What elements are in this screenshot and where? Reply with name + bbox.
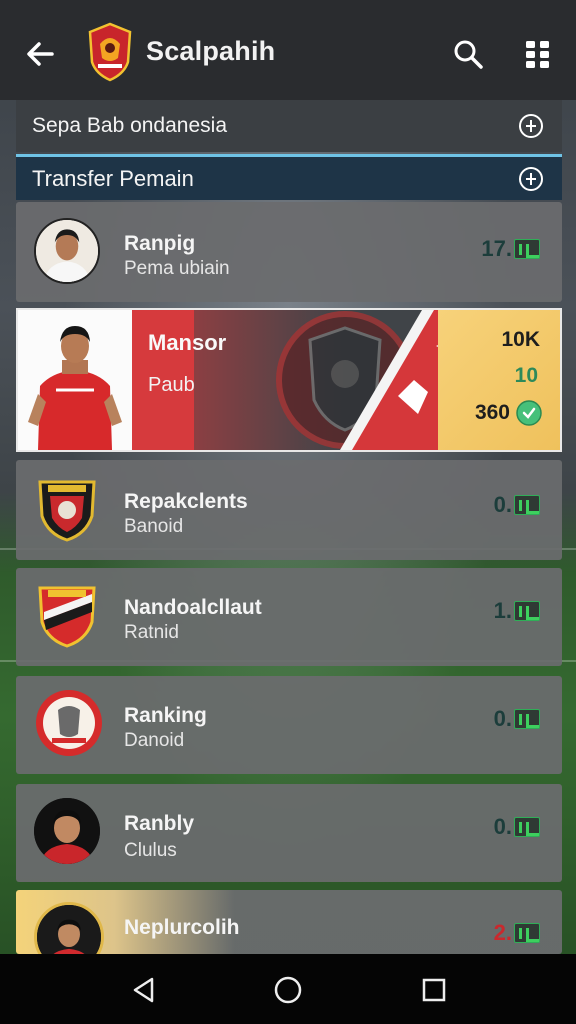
- value-number: 0.: [493, 706, 512, 731]
- arrow-left-icon[interactable]: [22, 36, 58, 72]
- nav-recents-square-icon[interactable]: [418, 974, 450, 1006]
- row-title: Ranpig: [124, 232, 196, 255]
- list-item[interactable]: Neplurcolih 2.: [16, 890, 562, 972]
- trend-badge-icon: [514, 601, 540, 621]
- player-photo-icon: [18, 310, 132, 450]
- value-number: 17.: [481, 236, 512, 261]
- plus-circle-icon[interactable]: [518, 113, 544, 139]
- row-subtitle: Banoid: [124, 516, 184, 537]
- row-value: 1.: [494, 598, 540, 624]
- value-number: 0.: [493, 492, 512, 517]
- row-subtitle: Ratnid: [124, 622, 179, 643]
- nav-back-triangle-icon[interactable]: [128, 974, 160, 1006]
- trend-badge-icon: [514, 239, 540, 259]
- player-avatar: [34, 218, 100, 284]
- app-bar: Scalpahih: [0, 0, 576, 100]
- club-crest-icon: [88, 22, 132, 82]
- list-item[interactable]: Ranbly Clulus 0.: [16, 784, 562, 882]
- value-number: 1.: [493, 598, 512, 623]
- row-title: Nandoalcllaut: [124, 596, 262, 619]
- section-label: Transfer Pemain: [32, 165, 194, 191]
- search-icon[interactable]: [452, 38, 484, 70]
- trend-badge-icon: [514, 709, 540, 729]
- trend-badge-icon: [514, 817, 540, 837]
- row-title: Repakclents: [124, 490, 248, 513]
- club-avatar: [34, 476, 100, 542]
- player-photo-icon: [34, 798, 100, 864]
- player-avatar: [34, 798, 100, 864]
- row-value: 0.: [494, 814, 540, 840]
- row-subtitle: Pema ubiain: [124, 258, 230, 279]
- value-number: 2.: [493, 920, 512, 945]
- row-title: Neplurcolih: [124, 916, 240, 939]
- featured-player-subtitle: Paub: [148, 374, 195, 396]
- row-subtitle: Clulus: [124, 840, 177, 861]
- plus-circle-icon[interactable]: [518, 166, 544, 192]
- player-photo-icon: [36, 220, 98, 282]
- club-crest-icon: [36, 690, 102, 756]
- section-header-transfer[interactable]: Transfer Pemain: [16, 154, 562, 200]
- featured-stat-value: 10K: [501, 328, 540, 351]
- system-nav-bar: [0, 954, 576, 1024]
- featured-player-photo: [18, 310, 132, 450]
- trend-badge-icon: [514, 495, 540, 515]
- featured-player-name: Mansor: [148, 330, 227, 355]
- section-label: Sepa Bab ondanesia: [32, 114, 227, 137]
- row-title: Ranking: [124, 704, 207, 727]
- club-avatar: [34, 582, 100, 648]
- row-title: Ranbly: [124, 812, 195, 835]
- list-item[interactable]: Repakclents Banoid 0.: [16, 460, 562, 560]
- section-header-league[interactable]: Sepa Bab ondanesia: [16, 100, 562, 152]
- coins-value: 360: [474, 401, 510, 424]
- trend-badge-icon: [514, 923, 540, 943]
- featured-stat-rating: 10: [514, 364, 538, 387]
- row-value: 17.: [481, 236, 540, 262]
- club-crest-icon: [38, 480, 96, 542]
- featured-player-card[interactable]: Mansor Paub 10K 10 360: [16, 308, 562, 452]
- club-avatar: [34, 688, 104, 758]
- row-value: 2.: [494, 920, 540, 946]
- value-number: 0.: [493, 814, 512, 839]
- featured-gold-panel: [438, 310, 560, 450]
- club-crest-icon: [38, 586, 96, 648]
- coin-icon: [516, 400, 542, 426]
- row-value: 0.: [494, 706, 540, 732]
- list-item[interactable]: Nandoalcllaut Ratnid 1.: [16, 568, 562, 666]
- list-item[interactable]: Ranpig Pema ubiain 17.: [16, 202, 562, 302]
- featured-stat-coins: 360: [475, 400, 542, 426]
- row-value: 0.: [494, 492, 540, 518]
- nav-home-circle-icon[interactable]: [272, 974, 304, 1006]
- app-title: Scalpahih: [146, 36, 276, 66]
- grid-menu-icon[interactable]: [522, 38, 554, 70]
- row-subtitle: Danoid: [124, 730, 185, 751]
- list-item[interactable]: Ranking Danoid 0.: [16, 676, 562, 774]
